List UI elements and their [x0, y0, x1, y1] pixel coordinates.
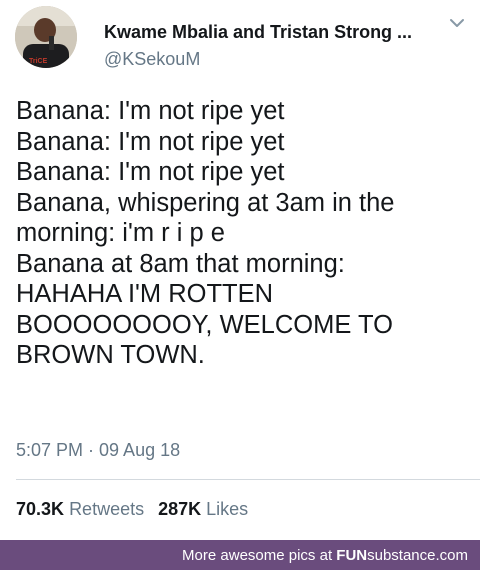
retweets-count: 70.3K	[16, 499, 65, 519]
tweet-line: BROWN TOWN.	[16, 341, 205, 369]
tweet-line: Banana: I'm not ripe yet	[16, 127, 285, 156]
watermark-footer: More awesome pics at FUNsubstance.com	[0, 540, 480, 570]
retweets-label: Retweets	[69, 499, 145, 519]
tweet-line: Banana, whispering at 3am in the	[16, 188, 395, 217]
tweet-line: morning: i'm r i p e	[16, 219, 225, 247]
avatar[interactable]: TriCE	[15, 6, 77, 68]
tweet-line: Banana: I'm not ripe yet	[16, 158, 285, 186]
watermark-brand-fun: FUN	[336, 547, 368, 564]
tweet-timestamp[interactable]: 5:07 PM · 09 Aug 18	[16, 440, 180, 461]
tweet-line: HAHAHA I'M ROTTEN	[16, 280, 274, 308]
divider	[16, 479, 480, 480]
watermark-text: More awesome pics at FUNsubstance.com	[182, 547, 468, 564]
likes-stat[interactable]: 287K Likes	[158, 499, 248, 519]
tweet-line: Banana: I'm not ripe yet	[16, 97, 285, 125]
watermark-brand-rest: substance.com	[367, 547, 468, 564]
author-name[interactable]: Kwame Mbalia and Tristan Strong ...	[104, 22, 412, 43]
avatar-photo: TriCE	[15, 6, 77, 68]
avatar-shirt-text: TriCE	[29, 58, 48, 65]
tweet-text: Banana: I'm not ripe yet Banana: I'm not…	[16, 96, 468, 371]
watermark-prefix: More awesome pics at	[182, 547, 333, 564]
author-handle[interactable]: @KSekouM	[104, 49, 200, 70]
tweet-line: BOOOOOOOOY, WELCOME TO	[16, 310, 393, 339]
likes-label: Likes	[206, 499, 249, 519]
retweets-stat[interactable]: 70.3K Retweets	[16, 499, 144, 519]
likes-count: 287K	[158, 499, 202, 519]
tweet-line: Banana at 8am that morning:	[16, 249, 345, 278]
engagement-stats: 70.3K Retweets 287K Likes	[16, 499, 248, 520]
chevron-down-icon[interactable]	[449, 17, 465, 29]
